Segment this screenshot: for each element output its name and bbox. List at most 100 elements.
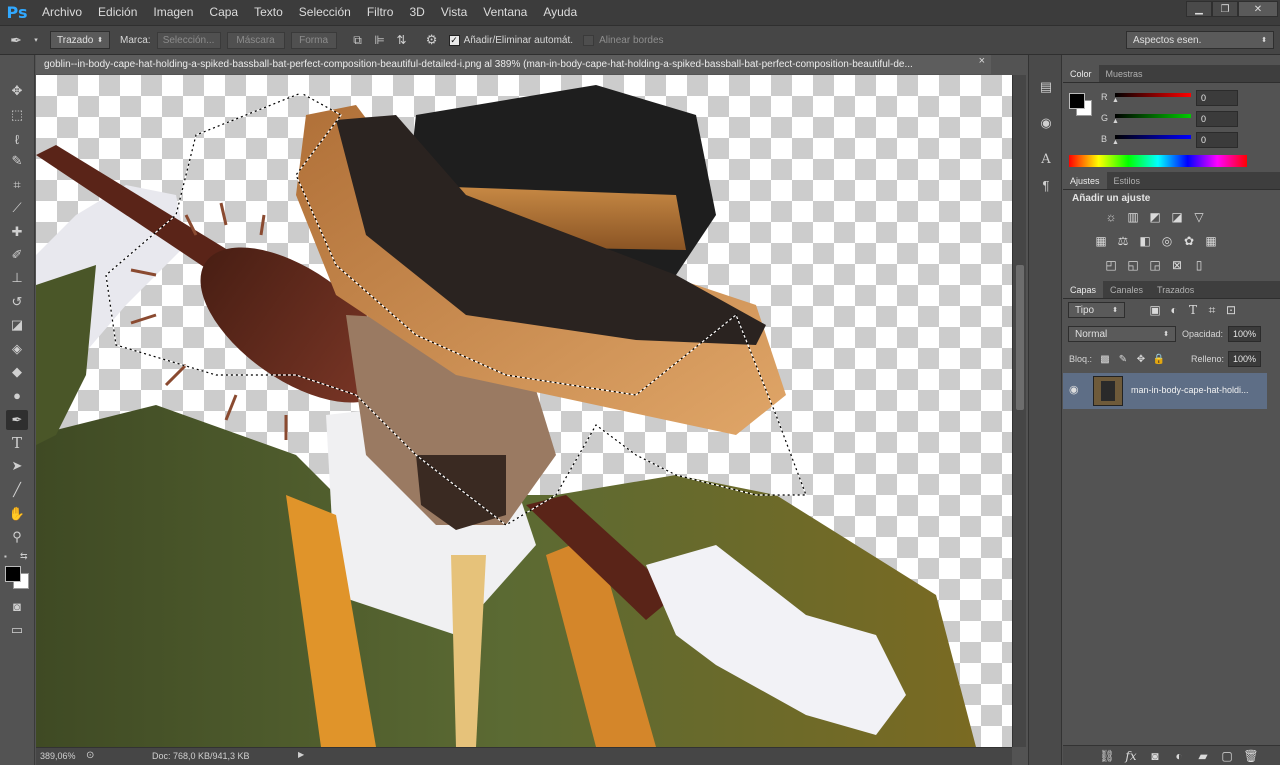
layer-style-icon[interactable]: fx — [1123, 749, 1139, 763]
document-tab[interactable]: goblin--in-body-cape-hat-holding-a-spike… — [36, 55, 991, 74]
lasso-tool-icon[interactable]: ℓ — [6, 129, 28, 149]
menu-ventana[interactable]: Ventana — [475, 0, 535, 25]
channel-mixer-icon[interactable]: ✿ — [1181, 234, 1197, 248]
filter-type-icon[interactable]: T — [1185, 303, 1201, 317]
trash-icon[interactable]: 🗑 — [1243, 749, 1259, 763]
auto-add-delete-checkbox[interactable]: ✓ — [448, 34, 460, 46]
menu-seleccion[interactable]: Selección — [291, 0, 359, 25]
mask-button[interactable]: Máscara — [226, 31, 285, 49]
close-window-button[interactable]: ✕ — [1238, 1, 1278, 17]
marquee-tool-icon[interactable]: ⬚ — [6, 105, 28, 125]
threshold-icon[interactable]: ◲ — [1147, 258, 1163, 272]
menu-filtro[interactable]: Filtro — [359, 0, 402, 25]
menu-archivo[interactable]: Archivo — [34, 0, 90, 25]
dodge-tool-icon[interactable]: ● — [6, 385, 28, 405]
new-layer-icon[interactable]: ▢ — [1219, 749, 1235, 763]
layer-filter-dropdown[interactable]: Tipo ⬍ — [1068, 302, 1125, 318]
add-mask-icon[interactable]: ◙ — [1147, 749, 1163, 763]
character-panel-icon[interactable]: A — [1036, 149, 1056, 169]
path-alignment-icon[interactable]: ⊫ — [369, 33, 391, 47]
tab-canales[interactable]: Canales — [1103, 281, 1150, 298]
tab-ajustes[interactable]: Ajustes — [1063, 172, 1107, 189]
slider-handle-icon[interactable]: ▲ — [1112, 139, 1119, 146]
menu-imagen[interactable]: Imagen — [145, 0, 201, 25]
tab-color[interactable]: Color — [1063, 65, 1099, 82]
new-group-icon[interactable]: ▰ — [1195, 749, 1211, 763]
paint-bucket-tool-icon[interactable]: ◈ — [6, 339, 28, 359]
swap-colors-icon[interactable]: ⇆ — [20, 551, 28, 562]
blue-slider[interactable] — [1115, 135, 1191, 139]
lock-pixels-icon[interactable]: ✎ — [1115, 352, 1131, 366]
menu-vista[interactable]: Vista — [433, 0, 475, 25]
filter-smart-object-icon[interactable]: ⊡ — [1223, 303, 1239, 317]
slider-handle-icon[interactable]: ▲ — [1112, 118, 1119, 125]
mode-dropdown[interactable]: Trazado ⬍ — [50, 31, 110, 49]
brightness-icon[interactable]: ☼ — [1103, 210, 1119, 224]
link-layers-icon[interactable]: ⛓ — [1099, 749, 1115, 763]
quick-select-tool-icon[interactable]: ✎ — [6, 151, 28, 171]
filter-adjustment-icon[interactable]: ◐ — [1166, 303, 1182, 317]
zoom-level[interactable]: 389,06% — [40, 751, 76, 761]
eyedropper-tool-icon[interactable]: ⟋ — [6, 198, 28, 218]
blend-mode-dropdown[interactable]: Normal ⬍ — [1068, 326, 1176, 342]
invert-icon[interactable]: ◰ — [1103, 258, 1119, 272]
share-icon[interactable]: ⊙ — [86, 750, 94, 761]
screen-mode-icon[interactable]: ▭ — [6, 620, 28, 640]
menu-ayuda[interactable]: Ayuda — [535, 0, 585, 25]
selective-color-icon[interactable]: ▯ — [1191, 258, 1207, 272]
tab-estilos[interactable]: Estilos — [1107, 172, 1148, 189]
hue-saturation-icon[interactable]: ▦ — [1093, 234, 1109, 248]
gear-icon[interactable]: ⚙ — [421, 32, 443, 48]
workspace-dropdown[interactable]: Aspectos esen. ⬍ — [1126, 31, 1274, 49]
lock-all-icon[interactable]: 🔒 — [1151, 352, 1167, 366]
hand-tool-icon[interactable]: ✋ — [6, 504, 28, 524]
color-balance-icon[interactable]: ⚖ — [1115, 234, 1131, 248]
move-tool-icon[interactable]: ✥ — [6, 81, 28, 101]
fill-field[interactable]: 100% — [1228, 351, 1261, 367]
restore-button[interactable]: ❐ — [1212, 1, 1238, 17]
gradient-map-icon[interactable]: ⊠ — [1169, 258, 1185, 272]
slider-handle-icon[interactable]: ▲ — [1112, 97, 1119, 104]
red-slider[interactable] — [1115, 93, 1191, 97]
vertical-scroll-thumb[interactable] — [1016, 265, 1024, 410]
new-adjustment-icon[interactable]: ◐ — [1171, 749, 1187, 763]
properties-panel-icon[interactable]: ◉ — [1036, 113, 1056, 133]
filter-pixel-icon[interactable]: ▣ — [1147, 303, 1163, 317]
history-brush-tool-icon[interactable]: ↺ — [6, 292, 28, 312]
shape-button[interactable]: Forma — [290, 31, 337, 49]
path-select-tool-icon[interactable]: ➤ — [6, 456, 28, 476]
menu-capa[interactable]: Capa — [201, 0, 246, 25]
document-canvas[interactable] — [36, 75, 1012, 747]
curves-icon[interactable]: ◩ — [1147, 210, 1163, 224]
menu-edicion[interactable]: Edición — [90, 0, 145, 25]
menu-3d[interactable]: 3D — [401, 0, 432, 25]
minimize-button[interactable]: ▁ — [1186, 1, 1212, 17]
healing-tool-icon[interactable]: ✚ — [6, 222, 28, 242]
opacity-field[interactable]: 100% — [1228, 326, 1261, 342]
lock-position-icon[interactable]: ✥ — [1133, 352, 1149, 366]
layer-name[interactable]: man-in-body-cape-hat-holdi... — [1131, 385, 1249, 395]
layer-row[interactable]: ◉ man-in-body-cape-hat-holdi... — [1063, 373, 1267, 409]
exposure-icon[interactable]: ◪ — [1169, 210, 1185, 224]
blur-tool-icon[interactable]: ◆ — [6, 362, 28, 382]
filter-shape-icon[interactable]: ⌗ — [1204, 303, 1220, 317]
tab-trazados[interactable]: Trazados — [1150, 281, 1201, 298]
type-tool-icon[interactable]: T — [6, 433, 28, 453]
photo-filter-icon[interactable]: ◎ — [1159, 234, 1175, 248]
brush-tool-icon[interactable]: ✐ — [6, 245, 28, 265]
paragraph-panel-icon[interactable]: ¶ — [1036, 175, 1056, 195]
black-white-icon[interactable]: ◧ — [1137, 234, 1153, 248]
selection-button[interactable]: Selección... — [156, 31, 221, 49]
color-lookup-icon[interactable]: ▦ — [1203, 234, 1219, 248]
clone-stamp-tool-icon[interactable]: ⊥ — [6, 268, 28, 288]
levels-icon[interactable]: ▥ — [1125, 210, 1141, 224]
vertical-scrollbar[interactable] — [1012, 75, 1026, 747]
pen-tool-icon[interactable]: ✒ — [6, 410, 28, 430]
close-document-icon[interactable]: × — [979, 55, 985, 67]
green-value-field[interactable]: 0 — [1196, 111, 1238, 127]
default-colors-icon[interactable]: ▪ — [4, 552, 7, 561]
path-arrangement-icon[interactable]: ⇅ — [391, 33, 413, 47]
status-menu-icon[interactable]: ▶ — [298, 750, 304, 759]
quick-mask-icon[interactable]: ◙ — [6, 596, 28, 616]
pen-tool-preset-icon[interactable]: ✒ — [0, 26, 32, 54]
